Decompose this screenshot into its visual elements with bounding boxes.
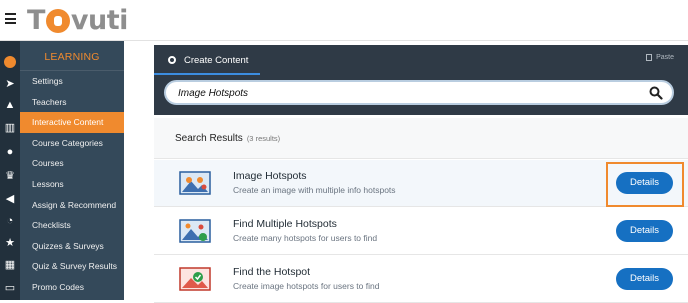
sidebar-item-promo-codes[interactable]: Promo Codes <box>20 277 124 298</box>
sidebar-item-checklists[interactable]: Checklists <box>20 215 124 236</box>
tab-create-content[interactable]: Create Content <box>154 45 248 75</box>
sidebar-item-quizzes-surveys[interactable]: Quizzes & Surveys <box>20 236 124 257</box>
users-icon[interactable]: ● <box>3 145 17 159</box>
search-input[interactable] <box>178 86 638 101</box>
sidebar: LEARNING Settings Teachers Interactive C… <box>20 41 124 300</box>
sidebar-item-courses[interactable]: Courses <box>20 153 124 174</box>
paste-button[interactable]: Paste <box>646 54 674 61</box>
megaphone-icon[interactable]: ◀ <box>3 192 17 206</box>
item-description: Create an image with multiple info hotsp… <box>233 185 396 195</box>
image-hotspots-icon <box>179 171 211 195</box>
sidebar-item-course-categories[interactable]: Course Categories <box>20 133 124 154</box>
bar-chart-icon[interactable]: ▥ <box>3 121 17 135</box>
hamburger-menu-icon[interactable] <box>5 13 16 24</box>
paste-label: Paste <box>656 54 674 61</box>
find-multiple-hotspots-icon <box>179 219 211 243</box>
list-item[interactable]: Find the Hotspot Create image hotspots f… <box>154 256 688 303</box>
list-item[interactable]: Find Multiple Hotspots Create many hotsp… <box>154 208 688 255</box>
sidebar-item-assign-recommend[interactable]: Assign & Recommend <box>20 195 124 216</box>
star-icon[interactable]: ★ <box>3 236 17 250</box>
item-title: Image Hotspots <box>233 170 307 182</box>
details-button[interactable]: Details <box>616 172 673 194</box>
card-icon[interactable]: ▭ <box>3 281 17 295</box>
search-results-header: Search Results (3 results) <box>154 118 688 159</box>
tovuti-logo[interactable]: T vuti <box>27 4 128 36</box>
content-panel-header: Create Content Paste <box>154 45 688 75</box>
sidebar-item-interactive-content[interactable]: Interactive Content <box>20 112 124 133</box>
item-title: Find the Hotspot <box>233 266 311 278</box>
radio-icon <box>168 56 176 64</box>
details-button[interactable]: Details <box>616 268 673 290</box>
trophy-icon[interactable]: ♛ <box>3 169 17 183</box>
logo-icon[interactable] <box>4 56 16 68</box>
sidebar-item-quiz-survey-results[interactable]: Quiz & Survey Results <box>20 256 124 277</box>
rocket-icon[interactable]: ➤ <box>3 77 17 91</box>
sidebar-section-title: LEARNING <box>20 41 124 71</box>
main-content: Create Content Paste Search Results (3 r… <box>124 41 688 303</box>
graduation-cap-icon[interactable]: ▲ <box>3 98 17 112</box>
tab-label: Create Content <box>184 54 249 66</box>
icon-bar: ➤ ▲ ▥ ● ♛ ◀ ◔ ★ ▦ ▭ <box>0 41 20 300</box>
search-box <box>164 80 674 105</box>
find-the-hotspot-icon <box>179 267 211 291</box>
sidebar-item-lessons[interactable]: Lessons <box>20 174 124 195</box>
item-title: Find Multiple Hotspots <box>233 218 337 230</box>
details-button[interactable]: Details <box>616 220 673 242</box>
item-description: Create many hotspots for users to find <box>233 233 378 243</box>
logo-text: vuti <box>70 4 128 36</box>
logo-o-icon <box>45 9 70 33</box>
logo-letter: T <box>27 4 45 36</box>
search-icon[interactable] <box>649 86 663 100</box>
sidebar-item-settings[interactable]: Settings <box>20 71 124 92</box>
item-description: Create image hotspots for users to find <box>233 281 380 291</box>
search-area <box>154 75 688 115</box>
results-heading: Search Results <box>175 132 243 144</box>
top-bar: T vuti <box>0 0 688 41</box>
results-count: (3 results) <box>246 133 281 143</box>
rss-icon[interactable]: ◔ <box>3 214 17 228</box>
sidebar-item-teachers[interactable]: Teachers <box>20 92 124 113</box>
clipboard-icon <box>646 54 653 61</box>
list-item[interactable]: Image Hotspots Create an image with mult… <box>154 160 688 207</box>
table-icon[interactable]: ▦ <box>3 258 17 272</box>
